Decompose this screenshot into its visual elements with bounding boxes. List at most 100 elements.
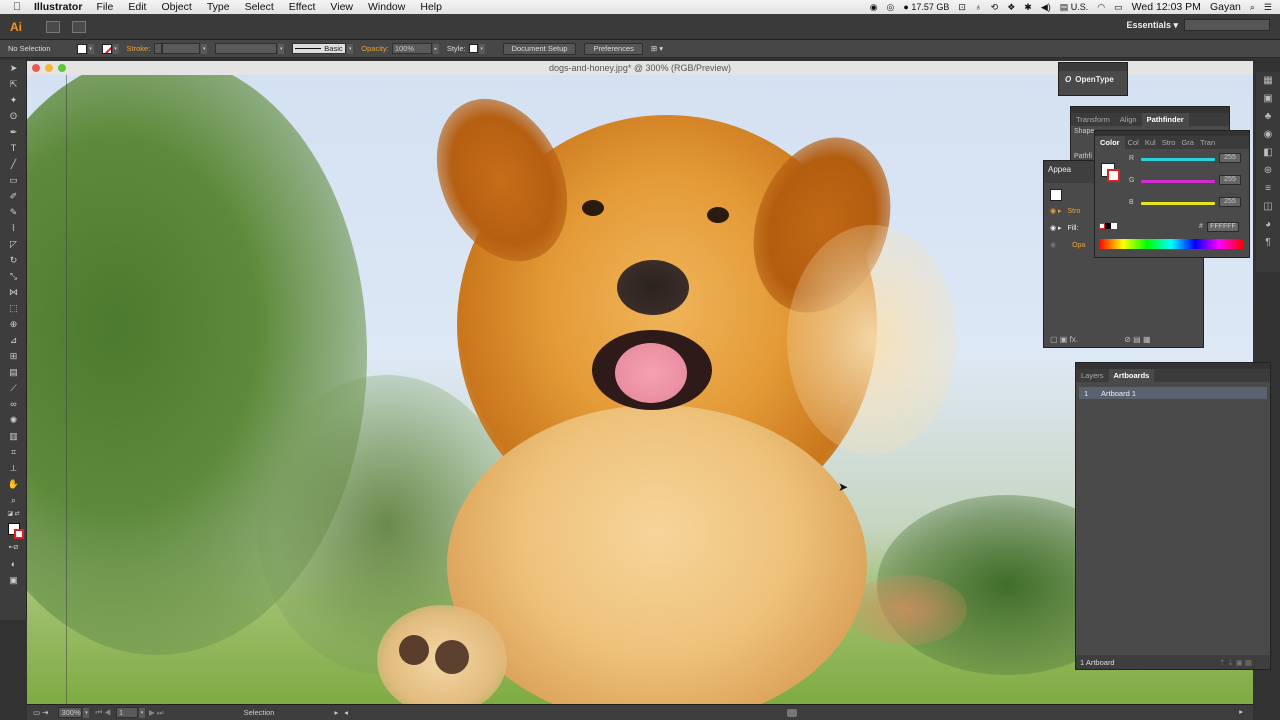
eyedropper-tool-icon[interactable]: ⟋: [0, 380, 27, 396]
document-setup-button[interactable]: Document Setup: [502, 42, 577, 55]
free-transform-tool-icon[interactable]: ⬚: [0, 300, 27, 316]
tab-kuler[interactable]: Kul: [1142, 136, 1159, 149]
artboards-panel[interactable]: Layers Artboards 1 Artboard 1 1 Artboard…: [1075, 362, 1271, 670]
appearance-row-opacity[interactable]: ◉ Opa: [1050, 241, 1085, 249]
pencil-tool-icon[interactable]: ✎: [0, 204, 27, 220]
tab-transform[interactable]: Transform: [1071, 113, 1115, 126]
drawing-mode-icon[interactable]: ◐: [0, 556, 27, 572]
scroll-right-icon[interactable]: ▸: [1239, 707, 1243, 716]
default-colors-icon[interactable]: ◪ ⇄: [0, 508, 27, 518]
graphic-style-control[interactable]: ▾: [468, 43, 485, 54]
tab-color[interactable]: Color: [1095, 136, 1125, 149]
line-tool-icon[interactable]: ╱: [0, 156, 27, 172]
variable-width-field[interactable]: ▾: [215, 43, 285, 54]
horizontal-scrollbar[interactable]: [357, 709, 1247, 717]
help-search-input[interactable]: [1184, 19, 1270, 31]
opacity-field[interactable]: 100% ▸: [391, 43, 439, 54]
record-icon[interactable]: ◉: [870, 2, 878, 13]
opentype-panel[interactable]: O OpenType: [1058, 62, 1128, 96]
tab-artboards[interactable]: Artboards: [1108, 369, 1155, 382]
appearance-footer-icons[interactable]: ▢ ▣ fx. ⊘ ▤ ▦: [1050, 335, 1151, 344]
tab-pathfinder[interactable]: Pathfinder: [1141, 113, 1189, 126]
r-slider[interactable]: [1141, 158, 1215, 161]
color-panel-icon[interactable]: ◉: [1256, 126, 1280, 144]
hand-tool-icon[interactable]: ✋: [0, 476, 27, 492]
zoom-window-icon[interactable]: [58, 64, 66, 72]
menubar-clock[interactable]: Wed 12:03 PM: [1132, 1, 1201, 13]
libraries-panel-icon[interactable]: ▣: [1256, 90, 1280, 108]
menu-object[interactable]: Object: [161, 1, 191, 13]
stroke-label[interactable]: Stroke:: [127, 44, 151, 53]
spotlight-icon[interactable]: ⌕: [1250, 2, 1255, 13]
bluetooth-icon[interactable]: ✱: [1024, 2, 1032, 13]
notification-icon[interactable]: ☰: [1264, 2, 1272, 13]
menu-select[interactable]: Select: [245, 1, 274, 13]
shape-builder-tool-icon[interactable]: ⊕: [0, 316, 27, 332]
flag-icon[interactable]: ▤ U.S.: [1060, 2, 1089, 13]
width-tool-icon[interactable]: ⋈: [0, 284, 27, 300]
artboard-nav-icon[interactable]: ▭ ⇥: [33, 708, 48, 717]
symbols-panel-icon[interactable]: ♣: [1256, 108, 1280, 126]
eye-icon[interactable]: ◉: [1050, 242, 1056, 249]
artboard-number-field[interactable]: 1: [116, 707, 138, 718]
mesh-tool-icon[interactable]: ⊞: [0, 348, 27, 364]
chevron-down-icon[interactable]: ▾: [83, 707, 90, 718]
bulb-icon[interactable]: ♁: [975, 2, 982, 12]
eraser-tool-icon[interactable]: ◸: [0, 236, 27, 252]
none-white-black-swatches[interactable]: [1099, 223, 1117, 231]
stop-icon[interactable]: ◎: [887, 2, 895, 13]
tab-gradient[interactable]: Gra: [1178, 136, 1197, 149]
menu-app-name[interactable]: Illustrator: [34, 1, 82, 13]
pen-tool-icon[interactable]: ✒: [0, 124, 27, 140]
tab-color-guide[interactable]: Col: [1125, 136, 1142, 149]
menu-edit[interactable]: Edit: [128, 1, 146, 13]
chevron-down-icon[interactable]: ▾: [112, 43, 119, 54]
direct-selection-tool-icon[interactable]: ⇱: [0, 76, 27, 92]
column-graph-tool-icon[interactable]: ▥: [0, 428, 27, 444]
arrange-documents-icon[interactable]: [72, 20, 86, 33]
selection-tool-icon[interactable]: ➤: [0, 60, 27, 76]
minimize-window-icon[interactable]: [45, 64, 53, 72]
perspective-grid-tool-icon[interactable]: ⊿: [0, 332, 27, 348]
dropbox-icon[interactable]: ❖: [1007, 2, 1015, 13]
eye-icon[interactable]: ◉: [1050, 225, 1056, 232]
stroke-swatch[interactable]: [101, 43, 112, 54]
menu-help[interactable]: Help: [420, 1, 442, 13]
color-spectrum-bar[interactable]: [1099, 239, 1243, 249]
next-artboard-icon[interactable]: ▶ ⏭: [149, 708, 164, 718]
tab-align[interactable]: Align: [1115, 113, 1142, 126]
chevron-down-icon[interactable]: ▾: [478, 43, 485, 54]
artboard-tool-icon[interactable]: ⌗: [0, 444, 27, 460]
fill-stroke-icon[interactable]: [0, 518, 27, 540]
tab-layers[interactable]: Layers: [1076, 369, 1109, 382]
rotate-tool-icon[interactable]: ↻: [0, 252, 27, 268]
scrollbar-thumb[interactable]: [787, 709, 797, 717]
chevron-down-icon[interactable]: ▾: [201, 43, 208, 54]
lasso-tool-icon[interactable]: ʘ: [0, 108, 27, 124]
menu-type[interactable]: Type: [207, 1, 230, 13]
stroke-color-swatch[interactable]: [1107, 169, 1120, 182]
stroke-weight-field[interactable]: ▾: [154, 43, 208, 54]
gradient-tool-icon[interactable]: ▤: [0, 364, 27, 380]
chevron-down-icon[interactable]: ▾: [278, 43, 285, 54]
gradient-panel-icon[interactable]: ◕: [1256, 216, 1280, 234]
wifi-icon[interactable]: ◠: [1097, 2, 1105, 13]
stepper-icon[interactable]: [154, 43, 163, 54]
blend-tool-icon[interactable]: ∞: [0, 396, 27, 412]
menubar-user[interactable]: Gayan: [1210, 1, 1241, 13]
color-mode-icons[interactable]: ▪▫⧄: [0, 540, 27, 556]
preferences-button[interactable]: Preferences: [584, 42, 643, 55]
screen-mode-icon[interactable]: ▣: [0, 572, 27, 588]
paragraph-panel-icon[interactable]: ¶: [1256, 234, 1280, 252]
lock-icon[interactable]: ⊡: [958, 2, 966, 13]
first-artboard-icon[interactable]: ⏮ ◀: [95, 708, 111, 718]
opacity-value[interactable]: 100%: [391, 43, 432, 54]
rectangle-tool-icon[interactable]: ▭: [0, 172, 27, 188]
storage-indicator[interactable]: ● 17.57 GB: [903, 2, 949, 12]
stroke-panel-icon[interactable]: ≡: [1256, 180, 1280, 198]
apple-icon[interactable]: : [0, 1, 34, 13]
tab-transparency[interactable]: Tran: [1197, 136, 1218, 149]
chevron-down-icon[interactable]: ▾: [347, 43, 354, 54]
brush-definition-field[interactable]: Basic ▾: [292, 43, 354, 54]
close-window-icon[interactable]: [32, 64, 40, 72]
